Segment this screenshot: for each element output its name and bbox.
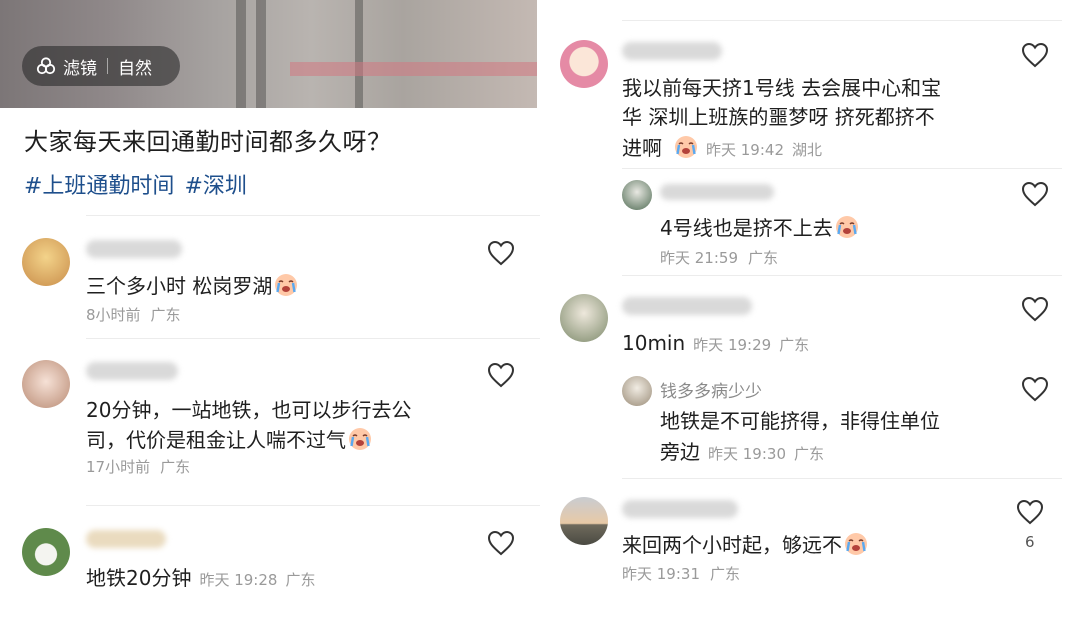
post-tags: #上班通勤时间 #深圳	[24, 168, 257, 200]
like-heart-icon[interactable]	[487, 530, 515, 556]
username-blurred[interactable]	[622, 297, 752, 315]
comment-text: 三个多小时 松岗罗湖	[86, 270, 298, 302]
comment-text-line1: 我以前每天挤1号线 去会展中心和宝	[622, 76, 942, 100]
avatar[interactable]	[622, 376, 652, 406]
right-comments-panel: 我以前每天挤1号线 去会展中心和宝 华 深圳上班族的噩梦呀 挤死都挤不 进啊 昨天…	[556, 0, 1080, 626]
filter-chip[interactable]: 滤镜 自然	[22, 46, 180, 86]
crying-emoji-icon	[274, 273, 298, 297]
avatar[interactable]	[560, 40, 608, 88]
divider	[622, 20, 1062, 21]
tag-commute-time[interactable]: #上班通勤时间	[24, 174, 174, 199]
comment-text-line2: 华 深圳上班族的噩梦呀 挤死都挤不	[622, 105, 935, 129]
avatar[interactable]	[560, 497, 608, 545]
avatar[interactable]	[22, 528, 70, 576]
post-title: 大家每天来回通勤时间都多久呀？	[24, 128, 392, 156]
like-heart-icon[interactable]	[1021, 42, 1049, 68]
like-heart-icon[interactable]	[1016, 499, 1044, 525]
crying-emoji-icon	[674, 135, 698, 159]
like-count: 6	[1025, 533, 1035, 551]
like-heart-icon[interactable]	[1021, 376, 1049, 402]
avatar[interactable]	[22, 238, 70, 286]
divider	[86, 338, 540, 339]
divider	[622, 275, 1062, 276]
reply-meta: 昨天 21:59 广东	[660, 249, 779, 267]
comment-text: 地铁20分钟 昨天 19:28 广东	[86, 566, 316, 590]
comment-meta: 8小时前 广东	[86, 306, 181, 324]
comment-meta: 17小时前 广东	[86, 458, 191, 476]
comment-meta: 昨天 19:31 广东	[622, 565, 741, 583]
username-blurred[interactable]	[86, 240, 182, 258]
tag-shenzhen[interactable]: #深圳	[184, 174, 246, 199]
divider	[86, 215, 540, 216]
divider	[622, 478, 1062, 479]
divider	[622, 168, 1062, 169]
panel-gutter	[540, 0, 556, 626]
crying-emoji-icon	[835, 215, 859, 239]
comment-text: 10min 昨天 19:29 广东	[622, 331, 810, 355]
crying-emoji-icon	[348, 427, 372, 451]
reply-text-line1: 地铁是不可能挤得，非得住单位	[660, 409, 940, 433]
divider	[86, 505, 540, 506]
username-blurred[interactable]	[622, 42, 722, 60]
reply-username[interactable]: 钱多多病少少	[660, 377, 762, 402]
post-cover-photo[interactable]: 滤镜 自然	[0, 0, 537, 108]
like-heart-icon[interactable]	[487, 240, 515, 266]
avatar[interactable]	[22, 360, 70, 408]
reply-text: 4号线也是挤不上去	[660, 212, 859, 244]
username-blurred[interactable]	[86, 362, 178, 380]
left-post-panel: 滤镜 自然 大家每天来回通勤时间都多久呀？ #上班通勤时间 #深圳 三个多小时 松…	[0, 0, 540, 626]
filter-value: 自然	[118, 58, 152, 79]
comment-text-line1: 20分钟，一站地铁，也可以步行去公	[86, 398, 412, 422]
comment-text-line2: 司，代价是租金让人喘不过气	[86, 424, 372, 456]
username-blurred[interactable]	[622, 500, 738, 518]
avatar[interactable]	[560, 294, 608, 342]
avatar[interactable]	[622, 180, 652, 210]
crying-emoji-icon	[844, 532, 868, 556]
like-heart-icon[interactable]	[1021, 181, 1049, 207]
reply-text-line2: 旁边 昨天 19:30 广东	[660, 440, 825, 464]
username-blurred[interactable]	[660, 184, 774, 200]
username-blurred[interactable]	[86, 530, 166, 548]
like-heart-icon[interactable]	[487, 362, 515, 388]
comment-text: 来回两个小时起，够远不	[622, 529, 868, 561]
filter-label: 滤镜	[63, 58, 97, 79]
filter-icon	[36, 57, 56, 75]
like-heart-icon[interactable]	[1021, 296, 1049, 322]
comment-text-line3: 进啊 昨天 19:42 湖北	[622, 135, 823, 160]
